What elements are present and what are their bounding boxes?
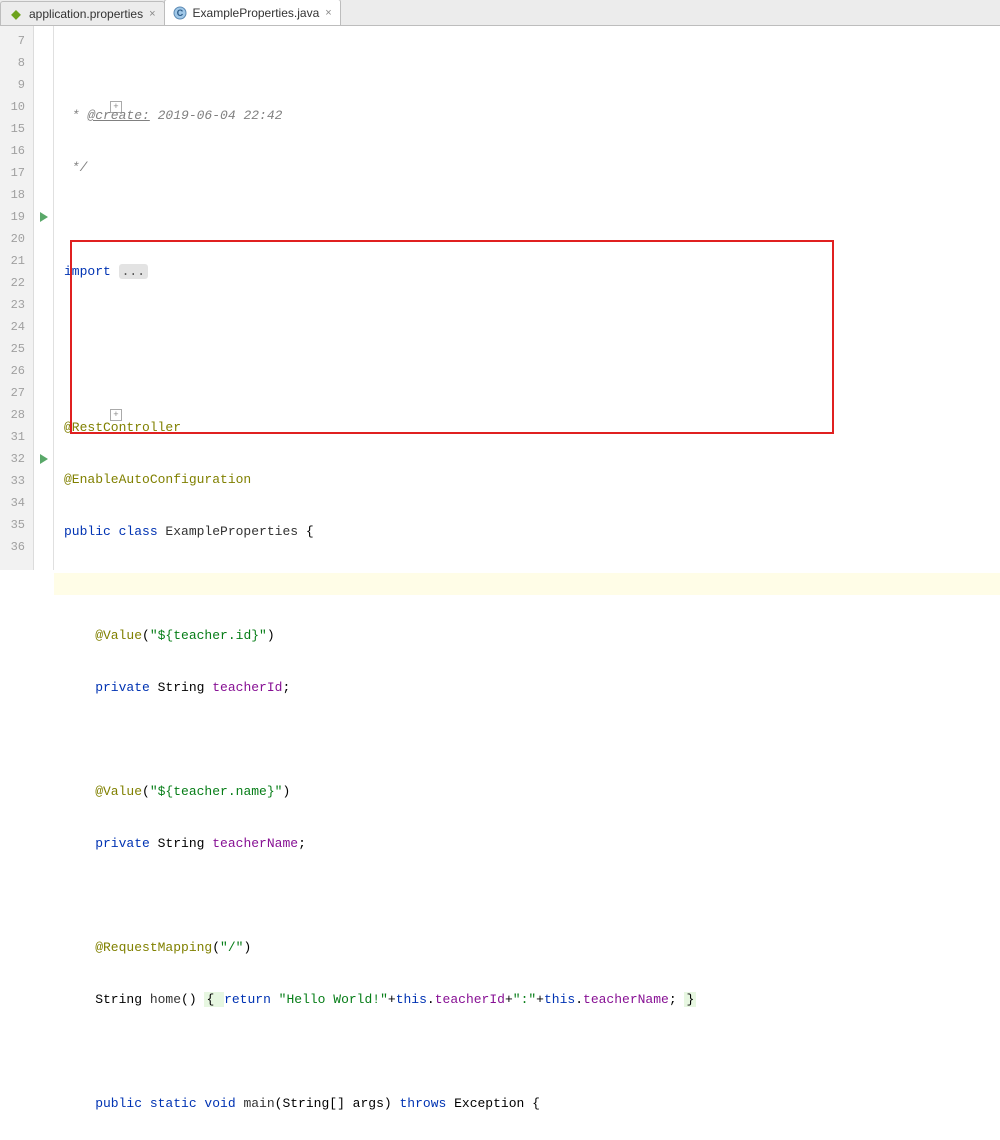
line-number[interactable]: 27 <box>0 382 33 404</box>
close-icon[interactable]: × <box>325 7 331 19</box>
line-number[interactable]: 25 <box>0 338 33 360</box>
code-line[interactable]: @RequestMapping("/") <box>54 937 1000 959</box>
code-line[interactable]: @EnableAutoConfiguration <box>54 469 1000 491</box>
code-line[interactable] <box>54 365 1000 387</box>
line-number[interactable]: 28 <box>0 404 33 426</box>
code-line[interactable] <box>54 885 1000 907</box>
line-number[interactable]: 35 <box>0 514 33 536</box>
line-number[interactable]: 9 <box>0 74 33 96</box>
editor: 7 8 9 10 15 16 17 18 19 20 21 22 23 24 2… <box>0 26 1000 570</box>
tab-label: ExampleProperties.java <box>193 6 320 20</box>
run-marker-icon[interactable] <box>40 454 48 464</box>
line-number[interactable]: 7 <box>0 30 33 52</box>
line-number[interactable]: 10 <box>0 96 33 118</box>
close-icon[interactable]: × <box>149 8 155 20</box>
line-number[interactable]: 31 <box>0 426 33 448</box>
code-line[interactable] <box>54 313 1000 335</box>
line-number[interactable]: 15 <box>0 118 33 140</box>
code-line[interactable]: */ <box>54 157 1000 179</box>
code-line[interactable]: @Value("${teacher.id}") <box>54 625 1000 647</box>
line-number[interactable]: 32 <box>0 448 33 470</box>
line-number[interactable]: 8 <box>0 52 33 74</box>
line-number[interactable]: 21 <box>0 250 33 272</box>
line-number[interactable]: 26 <box>0 360 33 382</box>
line-number[interactable]: 20 <box>0 228 33 250</box>
run-marker-icon[interactable] <box>40 212 48 222</box>
line-number-gutter: 7 8 9 10 15 16 17 18 19 20 21 22 23 24 2… <box>0 26 34 570</box>
line-number[interactable]: 22 <box>0 272 33 294</box>
gutter-markers <box>34 26 54 570</box>
code-line[interactable]: public static void main(String[] args) t… <box>54 1093 1000 1115</box>
line-number[interactable]: 17 <box>0 162 33 184</box>
line-number[interactable]: 18 <box>0 184 33 206</box>
code-line[interactable]: @RestController <box>54 417 1000 439</box>
line-number[interactable]: 19 <box>0 206 33 228</box>
code-line[interactable] <box>54 573 1000 595</box>
code-line[interactable]: * @create: 2019-06-04 22:42 <box>54 105 1000 127</box>
code-line[interactable]: private String teacherName; <box>54 833 1000 855</box>
svg-text:C: C <box>176 8 183 18</box>
editor-tabs: ◆ application.properties × C ExampleProp… <box>0 0 1000 26</box>
line-number[interactable]: 16 <box>0 140 33 162</box>
line-number[interactable]: 24 <box>0 316 33 338</box>
code-line[interactable] <box>54 1041 1000 1063</box>
tab-application-properties[interactable]: ◆ application.properties × <box>0 1 165 25</box>
code-line[interactable]: String home() { return "Hello World!"+th… <box>54 989 1000 1011</box>
tab-label: application.properties <box>29 7 143 21</box>
code-line[interactable]: import ... <box>54 261 1000 283</box>
code-line[interactable] <box>54 729 1000 751</box>
code-line[interactable] <box>54 209 1000 231</box>
properties-icon: ◆ <box>9 7 23 21</box>
line-number[interactable]: 23 <box>0 294 33 316</box>
code-line[interactable]: @Value("${teacher.name}") <box>54 781 1000 803</box>
tab-example-properties-java[interactable]: C ExampleProperties.java × <box>164 0 341 25</box>
line-number[interactable]: 36 <box>0 536 33 558</box>
code-area[interactable]: + + * @create: 2019-06-04 22:42 */ impor… <box>54 26 1000 570</box>
line-number[interactable]: 34 <box>0 492 33 514</box>
line-number[interactable]: 33 <box>0 470 33 492</box>
java-class-icon: C <box>173 6 187 20</box>
code-line[interactable]: public class ExampleProperties { <box>54 521 1000 543</box>
code-line[interactable]: private String teacherId; <box>54 677 1000 699</box>
